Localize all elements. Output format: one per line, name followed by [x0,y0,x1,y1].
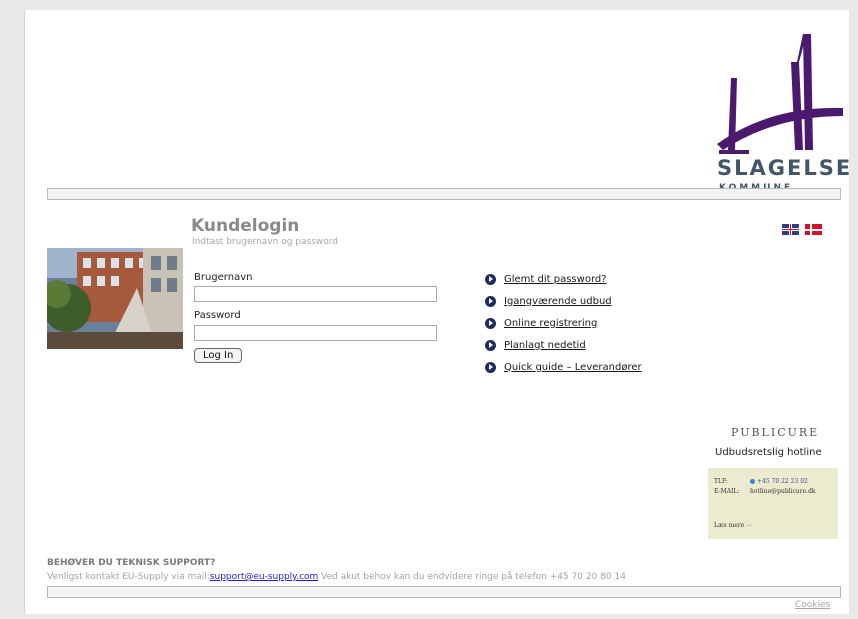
email-label: E-MAIL: [714,488,740,495]
link-label[interactable]: Quick guide – Leverandører [504,362,642,373]
slagelse-kommune-logo: SLAGELSE KOMMUNE [715,32,850,204]
cookies-link[interactable]: Cookies [795,600,830,610]
bridge-logo-icon [717,34,843,154]
link-label[interactable]: Planlagt nedetid [504,340,586,351]
link-online-registration[interactable]: Online registrering [485,312,642,334]
link-label[interactable]: Online registrering [504,318,597,329]
link-label[interactable]: Glemt dit password? [504,274,607,285]
language-switcher [782,224,822,235]
play-circle-icon [485,361,496,373]
link-planned-downtime[interactable]: Planlagt nedetid [485,334,642,356]
tlf-label: TLF: [714,478,728,485]
support-text: Venligst kontakt EU-Supply via mail:supp… [47,572,626,582]
tlf-number[interactable]: +45 70 22 23 02 [757,478,808,485]
quick-links-list: Glemt dit password? Igangværende udbud O… [485,268,642,378]
username-input[interactable] [194,286,437,302]
logo-name: SLAGELSE [717,156,853,180]
publicure-contact-box: TLF: +45 70 22 23 02 E-MAIL: hotline@pub… [708,468,838,539]
play-circle-icon [485,295,496,307]
tlf-value[interactable]: +45 70 22 23 02 [750,478,808,485]
skype-icon [750,479,755,484]
link-label[interactable]: Igangværende udbud [504,296,612,307]
publicure-subtitle: Udbudsretslig hotline [715,447,822,458]
play-circle-icon [485,273,496,285]
page-subtitle: Indtast brugernavn og password [192,237,339,247]
publicure-logo: PUBLICURE [731,426,820,439]
english-flag-icon[interactable] [782,224,799,235]
password-label: Password [194,310,241,321]
link-forgot-password[interactable]: Glemt dit password? [485,268,642,290]
support-email-link[interactable]: support@eu-supply.com [210,572,319,582]
support-heading: BEHØVER DU TEKNISK SUPPORT? [47,558,216,568]
footer-divider-bar [47,586,841,598]
read-more-label[interactable]: Læs mere [714,522,744,529]
read-more-link[interactable]: Læs mere → [714,522,751,529]
support-text-before: Venligst kontakt EU-Supply via mail: [47,572,210,582]
header-divider-bar [47,188,841,200]
arrow-right-icon: → [746,522,752,529]
play-circle-icon [485,317,496,329]
password-input[interactable] [194,325,437,341]
username-label: Brugernavn [194,272,253,283]
building-photo [47,248,183,349]
page-container: SLAGELSE KOMMUNE Kundelogin Indtast brug… [24,10,850,614]
link-quick-guide[interactable]: Quick guide – Leverandører [485,356,642,378]
page-title: Kundelogin [191,216,300,236]
support-text-after: Ved akut behov kan du endvidere ringe på… [318,572,626,582]
play-circle-icon [485,339,496,351]
login-button[interactable]: Log In [194,348,243,363]
danish-flag-icon[interactable] [805,224,822,235]
email-value: hotline@publicure.dk [750,488,816,495]
link-ongoing-tenders[interactable]: Igangværende udbud [485,290,642,312]
